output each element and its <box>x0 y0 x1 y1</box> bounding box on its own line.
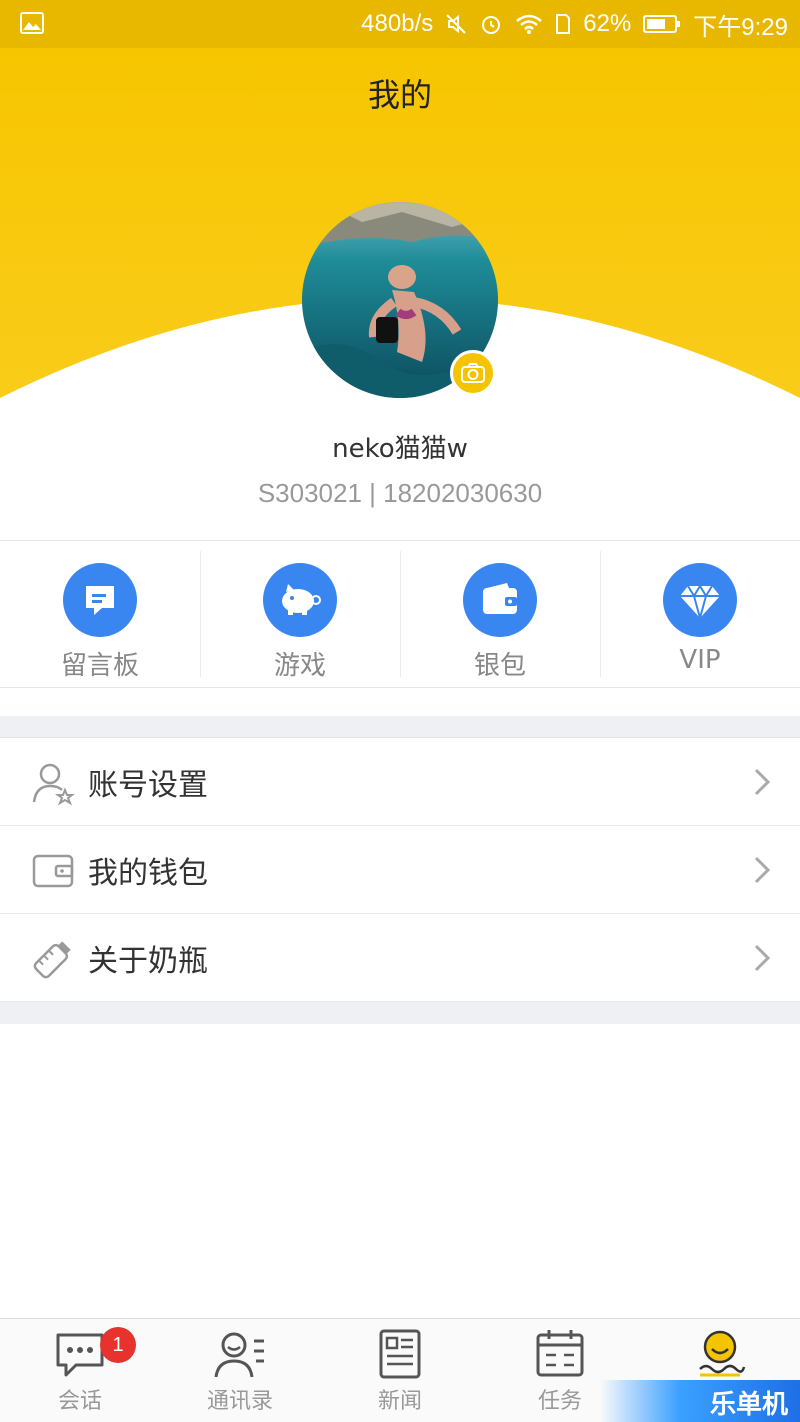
quick-label: 银包 <box>473 651 526 681</box>
piggy-icon <box>263 563 337 637</box>
section-divider <box>0 716 800 738</box>
battery-percent: 62% <box>583 10 632 37</box>
calendar-icon <box>536 1330 584 1377</box>
nav-news[interactable]: 新闻 <box>320 1319 480 1422</box>
mute-icon <box>446 14 466 34</box>
sim-icon <box>556 14 571 34</box>
chevron-right-icon <box>754 944 771 972</box>
user-id-phone: S303021 | 18202030630 <box>257 478 543 508</box>
quick-item-message-board[interactable]: 留言板 <box>0 541 200 687</box>
contacts-icon <box>214 1332 264 1378</box>
user-star-icon <box>32 763 75 806</box>
status-bar: 480b/s 62% 下午9:29 <box>0 0 800 48</box>
menu-label: 账号设置 <box>88 767 208 803</box>
battery-icon <box>643 15 681 33</box>
bottle-icon <box>33 941 71 979</box>
menu-my-wallet[interactable]: 我的钱包 <box>0 826 800 914</box>
me-active-icon <box>699 1330 746 1377</box>
menu-label: 关于奶瓶 <box>88 943 208 979</box>
user-name: neko猫猫w <box>332 434 468 464</box>
news-icon <box>379 1329 421 1379</box>
quick-label: VIP <box>679 645 721 675</box>
quick-item-vip[interactable]: VIP <box>600 541 800 687</box>
change-avatar-button[interactable] <box>450 350 496 396</box>
page-title: 我的 <box>367 76 432 114</box>
message-board-icon <box>63 563 137 637</box>
section-divider <box>0 1002 800 1024</box>
nav-label: 会话 <box>57 1389 102 1414</box>
chevron-right-icon <box>754 768 771 796</box>
settings-menu: 账号设置 我的钱包 关于奶瓶 <box>0 738 800 1002</box>
watermark-text: 乐单机 <box>709 1390 788 1420</box>
quick-item-wallet[interactable]: 银包 <box>400 541 600 687</box>
nav-contacts[interactable]: 通讯录 <box>160 1319 320 1422</box>
menu-account-settings[interactable]: 账号设置 <box>0 738 800 826</box>
camera-icon <box>461 363 485 383</box>
menu-about[interactable]: 关于奶瓶 <box>0 914 800 1002</box>
network-speed: 480b/s <box>361 10 434 37</box>
nav-label: 任务 <box>537 1389 582 1414</box>
nav-label: 新闻 <box>377 1389 422 1414</box>
wifi-icon <box>516 14 543 34</box>
nav-chats[interactable]: 1 会话 <box>0 1319 160 1422</box>
quick-label: 游戏 <box>273 651 326 681</box>
clock: 下午9:29 <box>693 13 788 41</box>
nav-label: 通讯录 <box>206 1389 273 1414</box>
status-right: 480b/s 62% 下午9:29 <box>361 0 788 48</box>
image-icon <box>20 12 44 34</box>
menu-label: 我的钱包 <box>88 855 208 891</box>
quick-item-games[interactable]: 游戏 <box>200 541 400 687</box>
quick-actions: 留言板 游戏 银包 VIP <box>0 540 800 688</box>
alarm-icon <box>482 16 501 34</box>
diamond-icon <box>663 563 737 637</box>
wallet-icon <box>463 563 537 637</box>
watermark: 乐单机 <box>600 1380 800 1422</box>
chat-icon <box>56 1333 104 1377</box>
chevron-right-icon <box>754 856 771 884</box>
wallet-outline-icon <box>32 854 74 888</box>
quick-label: 留言板 <box>60 651 139 681</box>
unread-badge: 1 <box>100 1327 136 1363</box>
